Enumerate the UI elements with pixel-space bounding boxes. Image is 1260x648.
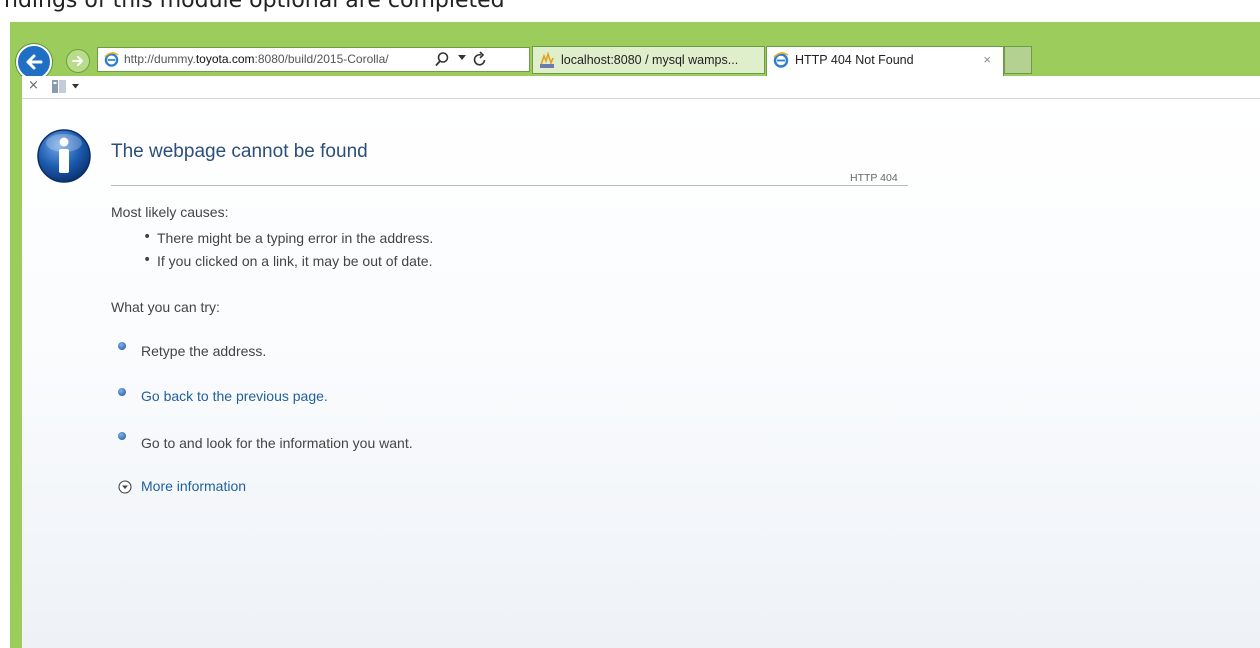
tab-phpmyadmin[interactable]: localhost:8080 / mysql wamps... xyxy=(532,46,765,74)
url-suffix: :8080/build/2015-Corolla/ xyxy=(254,52,389,66)
arrow-right-icon xyxy=(72,56,83,66)
address-url[interactable]: http://dummy.toyota.com:8080/build/2015-… xyxy=(124,52,424,66)
go-back-link[interactable]: Go back to the previous page. xyxy=(141,388,328,404)
bullet-icon xyxy=(118,432,126,440)
url-prefix: http://dummy. xyxy=(124,52,196,66)
info-icon xyxy=(37,129,91,183)
forward-button[interactable] xyxy=(66,49,90,73)
divider xyxy=(111,185,908,186)
error-page: The webpage cannot be found HTTP 404 Mos… xyxy=(22,99,1260,648)
http-status-code: HTTP 404 xyxy=(850,172,898,184)
address-bar[interactable]: http://dummy.toyota.com:8080/build/2015-… xyxy=(97,47,530,72)
cropped-caption: ndings of this module optional are compl… xyxy=(0,0,1260,22)
suggestion-retype: Retype the address. xyxy=(141,343,267,359)
ie-icon xyxy=(104,52,119,67)
chevron-down-circle-icon[interactable] xyxy=(118,480,132,494)
refresh-icon[interactable] xyxy=(472,51,488,68)
try-heading: What you can try: xyxy=(111,299,220,315)
tab-http-404[interactable]: HTTP 404 Not Found × xyxy=(766,46,1004,76)
causes-heading: Most likely causes: xyxy=(111,204,229,220)
more-information-link[interactable]: More information xyxy=(141,478,246,494)
close-icon[interactable]: × xyxy=(28,78,39,93)
search-icon[interactable] xyxy=(434,51,450,68)
suggestion-go-to: Go to and look for the information you w… xyxy=(141,435,413,451)
url-domain: toyota.com xyxy=(195,52,255,66)
tab-label: localhost:8080 / mysql wamps... xyxy=(561,53,739,67)
caption-text: ndings of this module optional are compl… xyxy=(4,0,505,13)
list-item: If you clicked on a link, it may be out … xyxy=(157,253,433,269)
page-title: The webpage cannot be found xyxy=(111,141,368,162)
bullet: • xyxy=(143,229,152,245)
chevron-down-icon[interactable] xyxy=(72,84,79,89)
close-icon[interactable]: × xyxy=(983,52,991,67)
arrow-left-icon xyxy=(26,54,43,70)
phpmyadmin-icon xyxy=(540,52,554,68)
list-item: There might be a typing error in the add… xyxy=(157,230,434,246)
new-tab-button[interactable] xyxy=(1004,46,1032,74)
bullet-icon xyxy=(118,342,126,350)
command-bar: × xyxy=(22,76,1260,99)
chevron-down-icon[interactable] xyxy=(458,55,466,61)
tab-label: HTTP 404 Not Found xyxy=(795,53,914,67)
back-button[interactable] xyxy=(16,44,52,80)
ie-icon xyxy=(773,52,789,68)
bullet: • xyxy=(143,252,152,268)
bullet-icon xyxy=(118,388,126,396)
compatibility-view-icon[interactable] xyxy=(52,80,66,93)
